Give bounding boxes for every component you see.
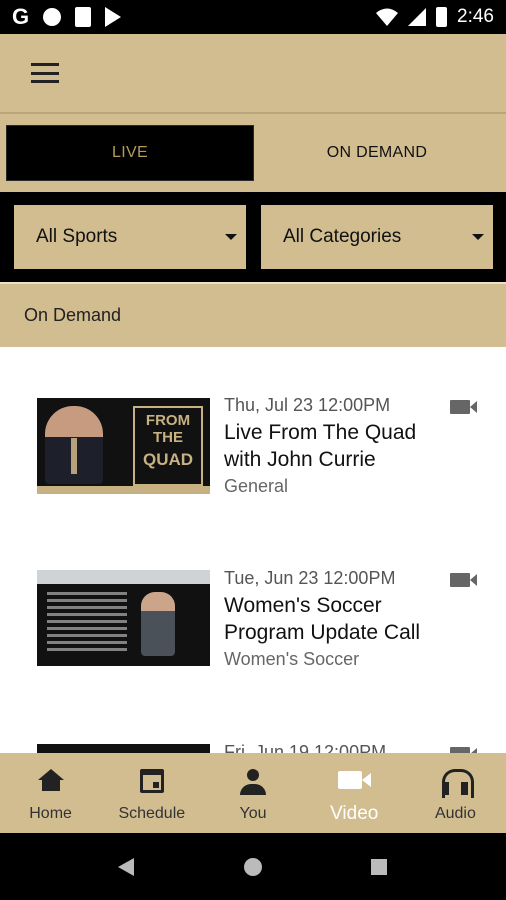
system-navigation-bar <box>0 833 506 900</box>
categories-filter-dropdown[interactable]: All Categories <box>261 205 493 269</box>
item-meta: Tue, Jun 23 12:00PM Women's Soccer Progr… <box>224 567 454 670</box>
tab-live[interactable]: LIVE <box>6 125 254 181</box>
status-time: 2:46 <box>457 6 494 27</box>
status-bar-right: 2:46 <box>376 6 494 28</box>
tab-on-demand[interactable]: ON DEMAND <box>254 125 500 181</box>
filter-bar: All Sports All Categories <box>0 192 506 282</box>
app-header <box>0 34 506 112</box>
categories-filter-value: All Categories <box>283 226 402 247</box>
nav-video[interactable]: Video <box>304 753 405 833</box>
sports-filter-value: All Sports <box>36 226 118 247</box>
nav-schedule[interactable]: Schedule <box>101 753 202 833</box>
item-title[interactable]: Women's Soccer Program Update Call <box>224 592 454 646</box>
calendar-icon <box>139 769 164 793</box>
home-circle-icon[interactable] <box>244 858 262 876</box>
video-icon <box>338 771 372 789</box>
item-meta: Fri, Jun 19 12:00PM <box>224 741 454 753</box>
video-thumbnail[interactable] <box>37 744 210 753</box>
thumbnail-text-block <box>47 592 127 652</box>
sports-filter-dropdown[interactable]: All Sports <box>14 205 246 269</box>
nav-you-label: You <box>239 805 267 822</box>
item-title[interactable]: Live From The Quad with John Currie <box>224 419 454 473</box>
back-icon[interactable] <box>118 858 134 876</box>
caret-down-icon <box>225 234 237 240</box>
list-item[interactable]: Tue, Jun 23 12:00PM Women's Soccer Progr… <box>0 567 506 687</box>
item-meta: Thu, Jul 23 12:00PM Live From The Quad w… <box>224 394 454 497</box>
list-item[interactable]: FROM THE QUAD Thu, Jul 23 12:00PM Live F… <box>0 394 506 514</box>
signal-icon <box>408 8 427 26</box>
section-header: On Demand <box>0 282 506 347</box>
headphones-icon <box>442 769 475 798</box>
thumbnail-text-line2: QUAD <box>142 450 194 469</box>
nav-audio-label: Audio <box>434 805 476 822</box>
status-bar: G 2:46 <box>0 0 506 34</box>
item-date: Thu, Jul 23 12:00PM <box>224 395 391 415</box>
tab-bar: LIVE ON DEMAND <box>0 112 506 192</box>
nav-audio[interactable]: Audio <box>405 753 506 833</box>
list-item[interactable]: Fri, Jun 19 12:00PM <box>0 741 506 753</box>
video-camera-icon <box>450 400 477 414</box>
recents-icon[interactable] <box>371 859 387 875</box>
caret-down-icon <box>472 234 484 240</box>
section-title: On Demand <box>24 305 122 325</box>
notification-dot-icon <box>43 8 62 26</box>
item-date: Tue, Jun 23 12:00PM <box>224 568 396 588</box>
item-category: General <box>224 476 289 496</box>
nav-schedule-label: Schedule <box>118 805 186 822</box>
thumbnail-banner <box>37 570 210 584</box>
google-icon: G <box>12 4 30 29</box>
nav-you[interactable]: You <box>202 753 303 833</box>
thumbnail-title-box: FROM THE QUAD <box>133 406 203 486</box>
video-thumbnail[interactable]: FROM THE QUAD <box>37 398 210 494</box>
nav-home-label: Home <box>29 805 72 822</box>
video-list[interactable]: FROM THE QUAD Thu, Jul 23 12:00PM Live F… <box>0 347 506 753</box>
item-category: Women's Soccer <box>224 649 360 669</box>
thumbnail-strip <box>37 486 210 494</box>
home-icon <box>37 769 64 791</box>
app-screen: G 2:46 LIVE ON DEMAND All Sports All Cat… <box>0 0 506 900</box>
thumbnail-tie <box>71 438 77 474</box>
hamburger-menu-icon[interactable] <box>31 63 59 83</box>
nav-video-label: Video <box>330 803 379 824</box>
status-bar-left: G <box>12 4 122 30</box>
thumbnail-person <box>141 592 175 656</box>
item-date: Fri, Jun 19 12:00PM <box>224 742 387 753</box>
person-icon <box>240 769 266 795</box>
thumbnail-text-line1: FROM THE <box>145 412 191 446</box>
video-thumbnail[interactable] <box>37 570 210 666</box>
sd-card-icon <box>75 7 92 27</box>
play-store-icon <box>105 7 122 27</box>
nav-home[interactable]: Home <box>0 753 101 833</box>
video-camera-icon <box>450 573 477 587</box>
wifi-icon <box>376 8 399 26</box>
battery-icon <box>436 7 448 27</box>
bottom-navigation: Home Schedule You Video Audio <box>0 753 506 833</box>
